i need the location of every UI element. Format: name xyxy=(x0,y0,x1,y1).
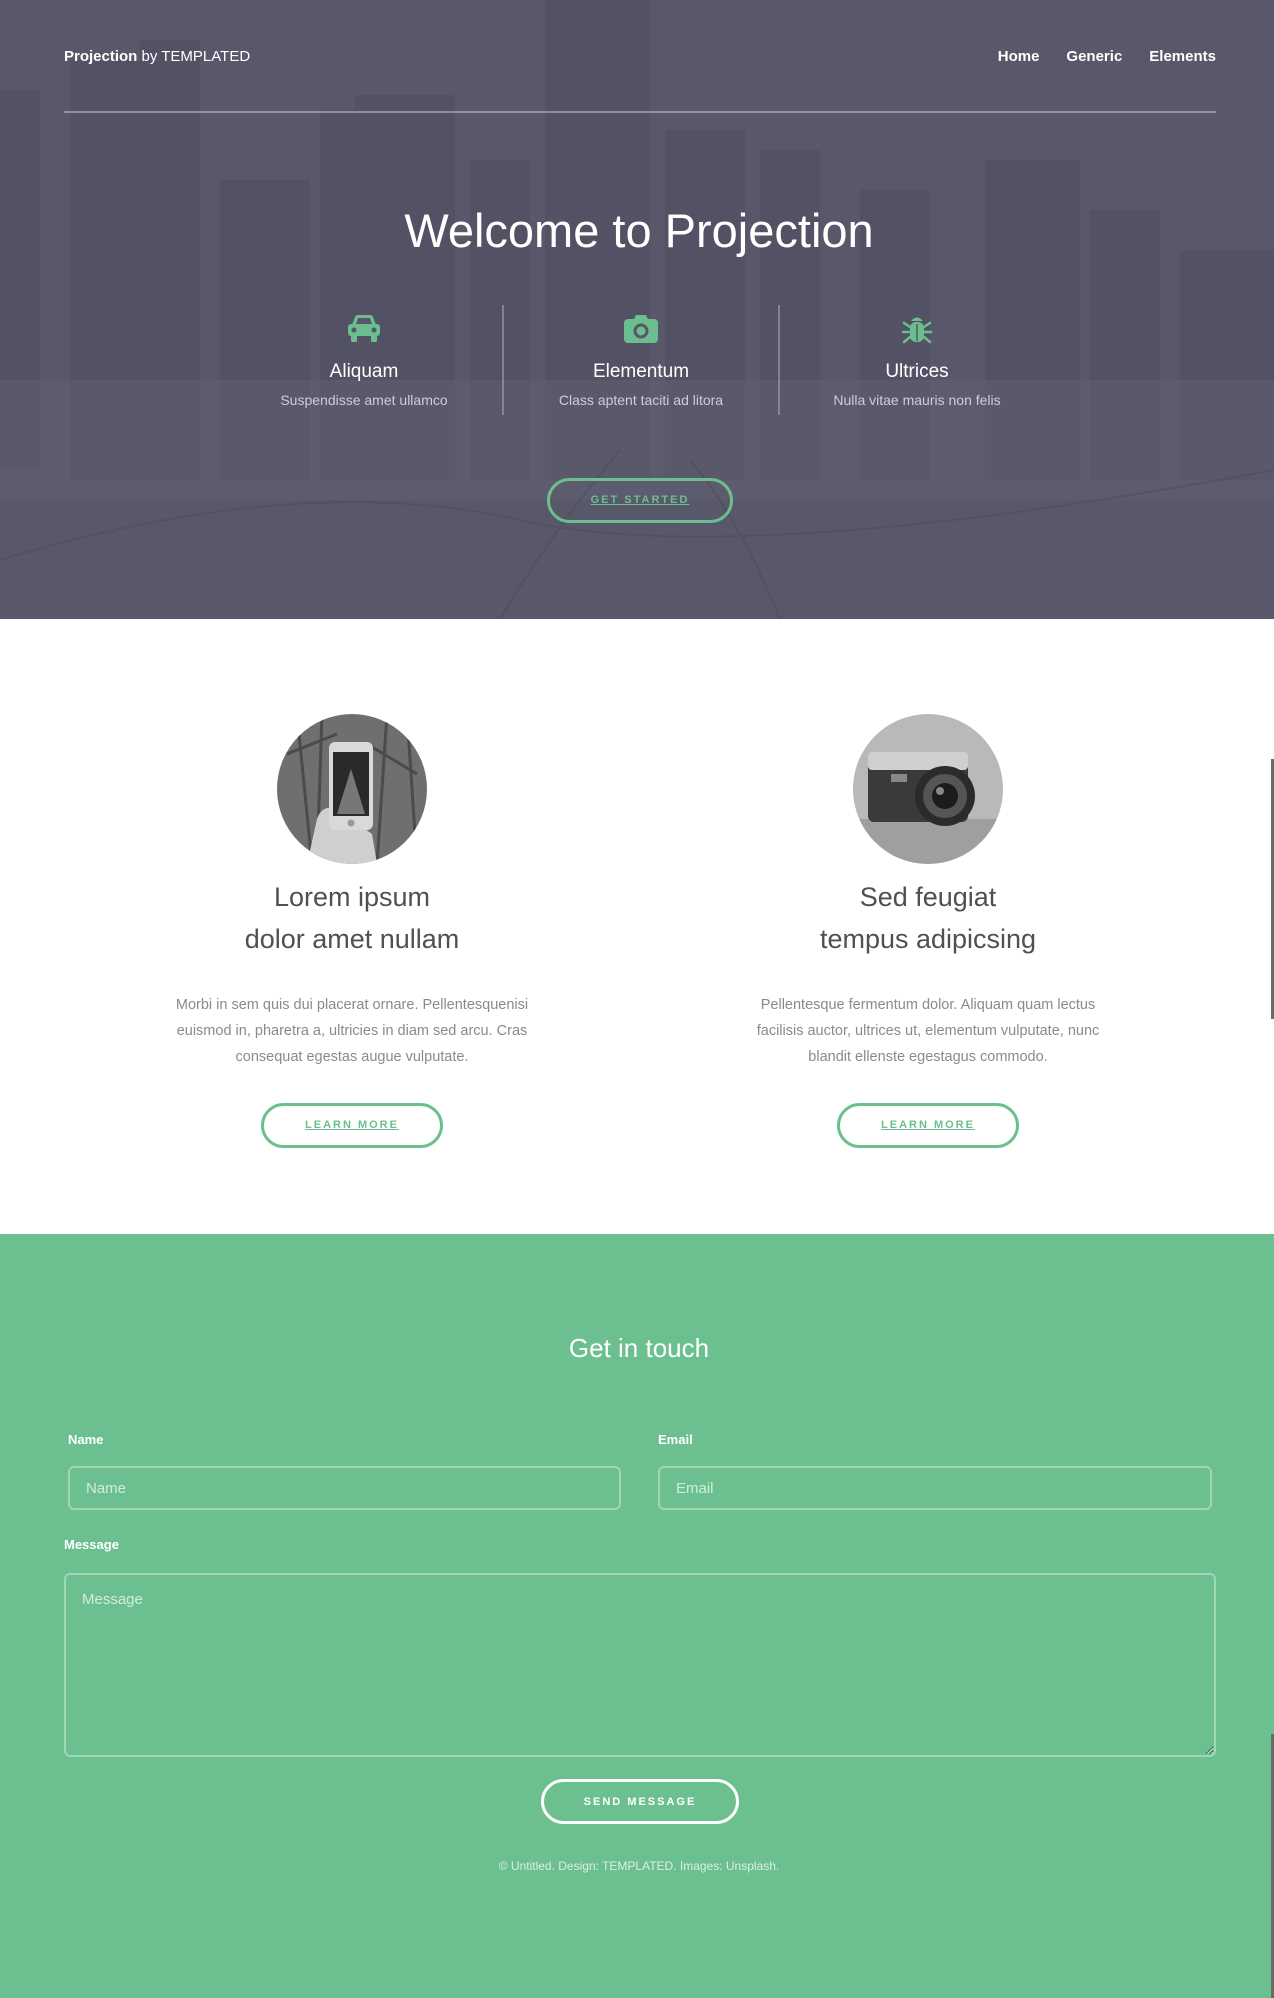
spotlight-title-line2: tempus adipicsing xyxy=(819,924,1037,954)
site-logo[interactable]: Projection by TEMPLATED xyxy=(64,48,250,65)
spotlight-text: Pellentesque fermentum dolor. Aliquam qu… xyxy=(756,997,1100,1065)
name-field[interactable] xyxy=(68,1466,621,1510)
learn-more-button[interactable]: Learn More xyxy=(261,1103,443,1148)
header-bar: Projection by TEMPLATED Home Generic Ele… xyxy=(64,0,1216,113)
bug-icon xyxy=(900,313,934,352)
spotlight-title-line1: Lorem ipsum xyxy=(273,882,431,912)
message-field[interactable] xyxy=(64,1573,1216,1757)
logo-bold: Projection xyxy=(64,48,138,65)
spotlight-title-line1: Sed feugiat xyxy=(859,882,997,912)
get-started-button[interactable]: Get Started xyxy=(547,478,733,523)
logo-text: by TEMPLATED xyxy=(137,48,251,65)
hero-title: Welcome to Projection xyxy=(404,204,874,257)
spotlight-section: Lorem ipsum dolor amet nullam Morbi in s… xyxy=(0,619,1274,1234)
spotlight-item: Lorem ipsum dolor amet nullam Morbi in s… xyxy=(122,714,582,1148)
feature-item: Elementum Class aptent taciti ad litora xyxy=(502,305,778,415)
contact-heading: Get in touch xyxy=(568,1333,710,1363)
feature-item: Ultrices Nulla vitae mauris non felis xyxy=(778,305,1054,415)
camera-photo xyxy=(853,714,1003,864)
nav-elements[interactable]: Elements xyxy=(1149,48,1216,65)
message-label: Message xyxy=(64,1537,119,1552)
car-icon xyxy=(345,313,383,350)
phone-photo xyxy=(277,714,427,864)
email-label: Email xyxy=(658,1432,693,1447)
feature-title: Aliquam xyxy=(329,361,399,382)
spotlight-title: Lorem ipsum dolor amet nullam xyxy=(122,876,582,960)
learn-more-button[interactable]: Learn More xyxy=(837,1103,1019,1148)
email-field[interactable] xyxy=(658,1466,1212,1510)
feature-description: Nulla vitae mauris non felis xyxy=(833,392,1001,408)
feature-description: Suspendisse amet ullamco xyxy=(280,392,448,408)
camera-icon xyxy=(622,313,660,350)
send-message-button[interactable]: Send Message xyxy=(541,1779,739,1824)
spotlight-item: Sed feugiat tempus adipicsing Pellentesq… xyxy=(698,714,1158,1148)
name-label: Name xyxy=(68,1432,104,1447)
feature-title: Ultrices xyxy=(885,361,949,382)
copyright: © Untitled. Design: TEMPLATED. Images: U… xyxy=(498,1859,780,1873)
spotlight-title-line2: dolor amet nullam xyxy=(244,924,460,954)
spotlight-title: Sed feugiat tempus adipicsing xyxy=(698,876,1158,960)
main-nav: Home Generic Elements xyxy=(971,48,1216,65)
feature-item: Aliquam Suspendisse amet ullamco xyxy=(226,305,502,415)
spotlight-text: Morbi in sem quis dui placerat ornare. P… xyxy=(175,997,529,1065)
contact-section: Get in touch Name Email Message Send Mes… xyxy=(0,1234,1274,1998)
nav-generic[interactable]: Generic xyxy=(1066,48,1122,65)
feature-title: Elementum xyxy=(592,361,690,382)
feature-list: Aliquam Suspendisse amet ullamco Element… xyxy=(226,305,1054,415)
hero-banner: Projection by TEMPLATED Home Generic Ele… xyxy=(0,0,1274,619)
nav-home[interactable]: Home xyxy=(998,48,1040,65)
feature-description: Class aptent taciti ad litora xyxy=(558,392,724,408)
